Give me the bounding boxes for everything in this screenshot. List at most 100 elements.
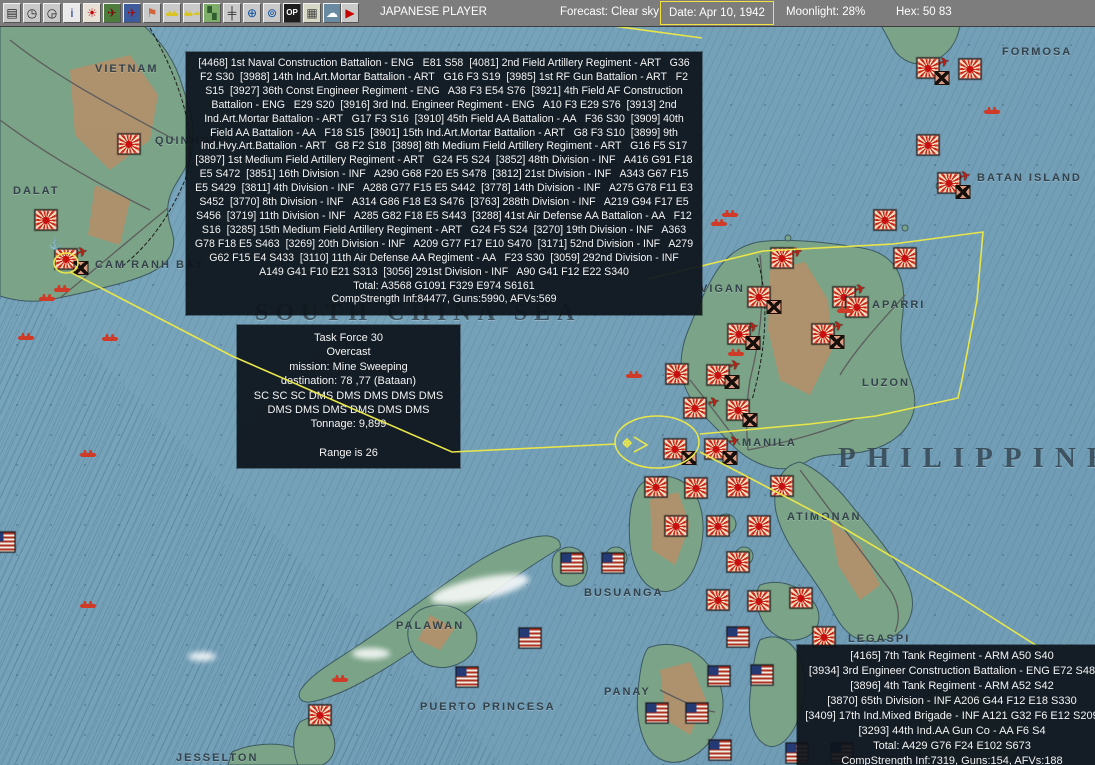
japanese-unit-icon[interactable] — [845, 296, 869, 318]
taskforce-ship-icon[interactable] — [53, 284, 71, 292]
japanese-unit-icon[interactable] — [308, 704, 332, 726]
japan-flag-icon[interactable]: ☀ — [83, 3, 101, 23]
allied-unit-icon[interactable] — [750, 664, 774, 686]
unit-list: [4468] 1st Naval Construction Battalion … — [194, 57, 697, 278]
unit-stack-tooltip-bottom: [4165] 7th Tank Regiment - ARM A50 S40 [… — [797, 645, 1095, 765]
task-force-ships: SC SC SC DMS DMS DMS DMS DMS DMS DMS DMS… — [253, 389, 444, 417]
taskforce-ship-icon[interactable] — [727, 348, 745, 356]
terrain-icon[interactable]: ▚ — [203, 3, 221, 23]
base-marker-icon[interactable] — [766, 300, 782, 314]
allied-unit-icon[interactable] — [455, 666, 479, 688]
weather-icon[interactable]: ☁ — [323, 3, 341, 23]
port-anchor-icon: ⚓ — [48, 238, 62, 251]
taskforce-ship-icon[interactable] — [625, 370, 643, 378]
allied-unit-icon[interactable] — [708, 739, 732, 761]
japanese-unit-icon[interactable] — [747, 590, 771, 612]
japanese-unit-icon[interactable] — [117, 133, 141, 155]
taskforce-icon[interactable] — [183, 3, 201, 23]
airgroup-icon[interactable]: ✈ — [727, 432, 741, 449]
base-marker-icon[interactable] — [955, 185, 971, 199]
japanese-unit-icon[interactable] — [34, 209, 58, 231]
japanese-unit-icon[interactable] — [664, 515, 688, 537]
airgroup-icon[interactable]: ✈ — [958, 167, 972, 184]
ruler-icon[interactable]: ▦ — [303, 3, 321, 23]
airgroup-icon[interactable]: ✈ — [790, 243, 804, 260]
base-marker-icon[interactable] — [722, 451, 738, 465]
task-force-tonnage: Tonnage: 9,899 — [310, 418, 387, 431]
rail-icon[interactable]: ╪ — [223, 3, 241, 23]
base-marker-icon[interactable] — [681, 451, 697, 465]
allied-unit-icon[interactable] — [645, 702, 669, 724]
ship-icon[interactable] — [163, 3, 181, 23]
hex-coordinates-label: Hex: 50 83 — [896, 6, 952, 18]
toolbar-buttons: ▤ ◷ ◶ i ☀ ✈ ✈ ⚑ ▚ ╪ ⊕ ⊚ OP ▦ ☁ — [3, 3, 341, 23]
airgroup-icon[interactable]: ✈ — [728, 356, 742, 373]
base-marker-icon[interactable] — [73, 261, 89, 275]
airgroup-icon[interactable]: ✈ — [746, 318, 760, 335]
time-icon[interactable]: ◷ — [23, 3, 41, 23]
airgroup-icon[interactable]: ✈ — [707, 393, 721, 410]
allied-unit-icon[interactable] — [707, 665, 731, 687]
stack-compstrength: CompStrength Inf:7319, Guns:154, AFVs:18… — [841, 755, 1063, 765]
game-window: VIETNAMQUINHONDALATCAM RANH BAYVIGANAPAR… — [0, 0, 1095, 765]
allied-unit-icon[interactable] — [518, 627, 542, 649]
base-marker-icon[interactable] — [934, 71, 950, 85]
airgroup-icon[interactable]: ✈ — [831, 317, 845, 334]
flag-icon[interactable]: ⚑ — [143, 3, 161, 23]
japanese-unit-icon[interactable] — [726, 551, 750, 573]
japanese-unit-icon[interactable] — [747, 515, 771, 537]
airgroup-icon[interactable]: ✈ — [937, 53, 951, 70]
task-force-tooltip[interactable]: Task Force 30 Overcast mission: Mine Swe… — [237, 325, 460, 468]
japanese-unit-icon[interactable] — [726, 476, 750, 498]
japanese-unit-icon[interactable] — [893, 247, 917, 269]
world-zoom-icon[interactable]: ⊚ — [263, 3, 281, 23]
taskforce-ship-icon[interactable] — [79, 600, 97, 608]
taskforce-ship-icon[interactable] — [79, 449, 97, 457]
taskforce-ship-icon[interactable] — [101, 333, 119, 341]
japanese-unit-icon[interactable] — [684, 477, 708, 499]
globe-icon[interactable]: ⊕ — [243, 3, 261, 23]
base-marker-icon[interactable] — [829, 335, 845, 349]
allied-unit-icon[interactable] — [601, 552, 625, 574]
allied-unit-icon[interactable] — [685, 702, 709, 724]
run-turn-button[interactable]: ▶ — [341, 3, 359, 23]
japanese-unit-icon[interactable] — [706, 589, 730, 611]
japanese-unit-icon[interactable] — [683, 397, 707, 419]
taskforce-ship-icon[interactable] — [331, 674, 349, 682]
unit-stack-tooltip-top: [4468] 1st Naval Construction Battalion … — [186, 52, 702, 315]
allied-unit-icon[interactable] — [0, 531, 16, 553]
date-label: Date: Apr 10, 1942 — [669, 7, 765, 19]
bomber-icon[interactable]: ✈ — [123, 3, 141, 23]
base-marker-icon[interactable] — [745, 336, 761, 350]
task-force-destination: destination: 78 ,77 (Bataan) — [280, 375, 417, 388]
player-label: JAPANESE PLAYER — [380, 6, 487, 18]
allied-unit-icon[interactable] — [726, 626, 750, 648]
japanese-unit-icon[interactable] — [789, 587, 813, 609]
fighter-icon[interactable]: ✈ — [103, 3, 121, 23]
base-marker-icon[interactable] — [724, 375, 740, 389]
airgroup-icon[interactable]: ✈ — [75, 243, 89, 260]
stack-compstrength: CompStrength Inf:84477, Guns:5990, AFVs:… — [331, 293, 557, 306]
taskforce-ship-icon[interactable] — [983, 106, 1001, 114]
airgroup-icon[interactable]: ✈ — [853, 280, 867, 297]
japanese-unit-icon[interactable] — [916, 134, 940, 156]
turn-clock-icon[interactable]: ◶ — [43, 3, 61, 23]
japanese-unit-icon[interactable] — [770, 475, 794, 497]
japanese-unit-icon[interactable] — [644, 476, 668, 498]
japanese-unit-icon[interactable] — [873, 209, 897, 231]
taskforce-ship-icon[interactable] — [17, 332, 35, 340]
japanese-unit-icon[interactable] — [958, 58, 982, 80]
japanese-unit-icon[interactable] — [665, 363, 689, 385]
allied-unit-icon[interactable] — [560, 552, 584, 574]
task-force-title: Task Force 30 — [313, 332, 384, 344]
taskforce-ship-icon[interactable] — [38, 293, 56, 301]
info-icon[interactable]: i — [63, 3, 81, 23]
taskforce-ship-icon[interactable] — [721, 209, 739, 217]
orders-icon[interactable]: ▤ — [3, 3, 21, 23]
op-button[interactable]: OP — [283, 3, 301, 23]
stack-total: Total: A429 G76 F24 E102 S673 — [873, 740, 1031, 752]
base-marker-icon[interactable] — [742, 413, 758, 427]
taskforce-ship-icon[interactable] — [710, 218, 728, 226]
japanese-unit-icon[interactable] — [706, 515, 730, 537]
unit-list: [4165] 7th Tank Regiment - ARM A50 S40 [… — [805, 650, 1095, 737]
